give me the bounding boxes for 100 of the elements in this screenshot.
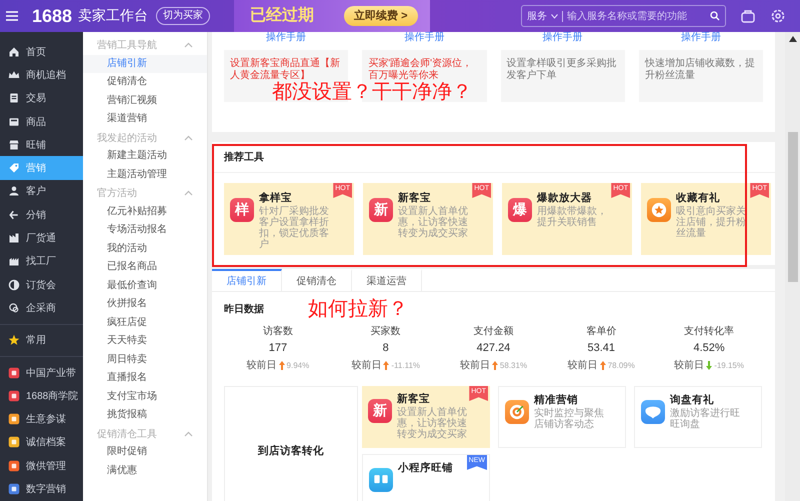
tool-name: 新客宝 bbox=[397, 393, 431, 406]
chat-bubble-icon bbox=[641, 400, 665, 424]
chevron-icon bbox=[184, 134, 193, 141]
logo-number: 1688 bbox=[32, 6, 72, 26]
house-icon bbox=[8, 46, 20, 58]
sidebar-item[interactable]: 订货会 bbox=[0, 272, 83, 296]
tool-icon: 新 bbox=[368, 399, 392, 423]
sidebar-item[interactable]: 常用 bbox=[0, 328, 83, 352]
annotation-text: 如何拉新？ bbox=[308, 297, 408, 321]
compare-label: 较前日 bbox=[460, 358, 490, 372]
menu-item[interactable]: 主题活动管理 bbox=[83, 166, 207, 184]
menu-icon[interactable] bbox=[6, 11, 18, 21]
sidebar-item[interactable]: 微供管理 bbox=[0, 454, 83, 478]
manual-link[interactable]: 操作手册 bbox=[362, 32, 486, 46]
menu-item[interactable]: 渠道营销 bbox=[83, 110, 207, 128]
menu-item[interactable]: 挑货报稿 bbox=[83, 406, 207, 424]
scroll-thumb[interactable] bbox=[788, 132, 798, 282]
sidebar-item[interactable]: 生意参谋 bbox=[0, 407, 83, 431]
factory-icon bbox=[8, 255, 20, 268]
box-icon bbox=[8, 116, 20, 128]
menu-item[interactable]: 促销清仓 bbox=[83, 73, 207, 92]
card-description: 快速增加店铺收藏数，提升粉丝流量 bbox=[638, 50, 763, 102]
menu-item[interactable]: 疯狂店促 bbox=[83, 314, 207, 332]
menu-item[interactable]: 支付宝市场 bbox=[83, 388, 207, 406]
tool-description: 设置新人首单优惠，让访客快速转变为成交买家 bbox=[398, 206, 468, 239]
sidebar-item[interactable]: 商品 bbox=[0, 110, 83, 134]
change-percent: -19.15% bbox=[714, 360, 744, 370]
stat-label: 客单价 bbox=[586, 324, 616, 338]
menu-item[interactable]: 专场活动报名 bbox=[83, 221, 207, 240]
sidebar-item[interactable]: 分销 bbox=[0, 203, 83, 226]
logo-title: 卖家工作台 bbox=[78, 7, 148, 25]
menu-item[interactable]: 周日特卖 bbox=[83, 350, 207, 369]
change-percent: -11.11% bbox=[391, 360, 420, 370]
tool-name: 新客宝 bbox=[398, 192, 432, 205]
sidebar-item[interactable]: 首页 bbox=[0, 40, 83, 64]
menu-item[interactable]: 已报名商品 bbox=[83, 258, 207, 276]
half-circle-icon bbox=[8, 278, 20, 291]
chevron-icon bbox=[184, 42, 193, 48]
manual-link[interactable]: 操作手册 bbox=[638, 32, 763, 46]
section-title: 昨日数据 bbox=[224, 302, 264, 316]
tool-description: 吸引意向买家关注店铺，提升粉丝流量 bbox=[676, 206, 746, 239]
category-card[interactable]: 到店访客转化 bbox=[224, 386, 358, 501]
manual-link[interactable]: 操作手册 bbox=[500, 32, 625, 46]
sidebar-item[interactable]: 中国产业带 bbox=[0, 360, 83, 384]
chevron-icon bbox=[184, 430, 193, 437]
menu-item[interactable]: 天天特卖 bbox=[83, 332, 207, 350]
sidebar-item[interactable]: 数字营销 bbox=[0, 477, 83, 501]
change-percent: 78.09% bbox=[608, 360, 635, 370]
menu-item[interactable]: 限时促销 bbox=[83, 443, 207, 462]
sidebar-item[interactable]: 旺铺 bbox=[0, 133, 83, 156]
arrow-icon bbox=[8, 208, 20, 221]
scrollbar[interactable] bbox=[785, 32, 800, 501]
menu-item[interactable]: 我的活动 bbox=[83, 240, 207, 258]
banner-headline: 已经过期 bbox=[250, 6, 314, 26]
sidebar-item[interactable]: 1688商学院 bbox=[0, 384, 83, 408]
person-icon bbox=[8, 185, 20, 198]
sidebar-item[interactable]: 厂货通 bbox=[0, 226, 83, 250]
target-icon bbox=[505, 400, 529, 424]
tag-icon bbox=[8, 162, 20, 174]
promo-banner[interactable]: 已经过期 立即续费 > bbox=[234, 0, 430, 32]
tool-name: 询盘有礼 bbox=[670, 394, 715, 407]
sidebar-item[interactable]: 交易 bbox=[0, 86, 83, 110]
tool-name: 拿样宝 bbox=[259, 192, 293, 205]
bag-icon[interactable] bbox=[740, 8, 756, 24]
scroll-up-icon[interactable] bbox=[788, 36, 796, 42]
menu-item[interactable]: 直播报名 bbox=[83, 369, 207, 388]
manual-link[interactable]: 操作手册 bbox=[224, 32, 348, 46]
search-icon[interactable] bbox=[710, 11, 720, 21]
tool-description: 激励访客进行旺旺询盘 bbox=[670, 408, 740, 430]
caret-icon[interactable] bbox=[551, 14, 558, 18]
sidebar-item[interactable]: 商机追档 bbox=[0, 63, 83, 87]
renew-button[interactable]: 立即续费 > bbox=[344, 6, 418, 26]
tool-card[interactable]: 精准营销 实时监控与聚焦店铺访客动态 bbox=[498, 386, 626, 448]
compare-label: 较前日 bbox=[674, 358, 704, 372]
sidebar-item[interactable]: 诚信档案 bbox=[0, 430, 83, 454]
search-scope[interactable]: 服务 bbox=[527, 9, 547, 23]
annotation-text: 都没设置？干干净净？ bbox=[272, 80, 472, 104]
sidebar-item[interactable]: 企采商 bbox=[0, 296, 83, 320]
menu-item[interactable]: 店铺引新 bbox=[83, 54, 207, 73]
menu-item[interactable]: 新建主题活动 bbox=[83, 147, 207, 166]
stat-label: 支付金额 bbox=[473, 324, 514, 338]
menu-item[interactable]: 最低价查询 bbox=[83, 276, 207, 295]
menu-item[interactable]: 亿元补贴招募 bbox=[83, 202, 207, 221]
menu-item[interactable]: 伙拼报名 bbox=[83, 295, 207, 314]
stat-value: 177 bbox=[268, 342, 288, 354]
card-description: 设置拿样吸引更多采购批发客户下单 bbox=[500, 50, 625, 102]
switch-role-button[interactable]: 切为买家 bbox=[156, 7, 210, 25]
grid-icon bbox=[369, 468, 393, 492]
sidebar-item[interactable]: 找工厂 bbox=[0, 250, 83, 273]
tool-description: 用爆款带爆款，提升关联销售 bbox=[537, 206, 607, 228]
chevron-icon bbox=[184, 190, 193, 196]
stat-value: 8 bbox=[382, 342, 389, 354]
menu-item[interactable]: 营销汇视频 bbox=[83, 92, 207, 110]
tab[interactable]: 店铺引新 bbox=[212, 269, 282, 291]
compare-label: 较前日 bbox=[351, 358, 382, 372]
sidebar-item[interactable]: 客户 bbox=[0, 180, 83, 204]
search-field[interactable]: 服务 输入服务名称或需要的功能 bbox=[521, 5, 726, 27]
tool-card[interactable]: 询盘有礼 激励访客进行旺旺询盘 bbox=[634, 386, 762, 448]
menu-item[interactable]: 满优惠 bbox=[83, 462, 207, 480]
settings-icon[interactable] bbox=[770, 8, 786, 24]
